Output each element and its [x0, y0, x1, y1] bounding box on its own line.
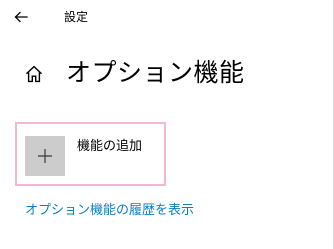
title-bar: 設定: [0, 0, 334, 34]
view-history-link[interactable]: オプション機能の履歴を表示: [25, 202, 194, 220]
add-feature-tile: [25, 136, 65, 176]
back-arrow-icon: [14, 11, 28, 23]
back-button[interactable]: [9, 5, 33, 29]
home-icon: [26, 65, 42, 83]
settings-window: 設定 オプション機能 機能の追加 オプション機能の履歴を表示: [0, 0, 334, 249]
plus-icon: [38, 149, 52, 163]
add-feature-label: 機能の追加: [77, 139, 143, 154]
page-title: オプション機能: [66, 58, 245, 87]
page-header: オプション機能: [0, 52, 334, 96]
add-feature-button[interactable]: 機能の追加: [15, 122, 166, 186]
app-title: 設定: [64, 10, 89, 24]
